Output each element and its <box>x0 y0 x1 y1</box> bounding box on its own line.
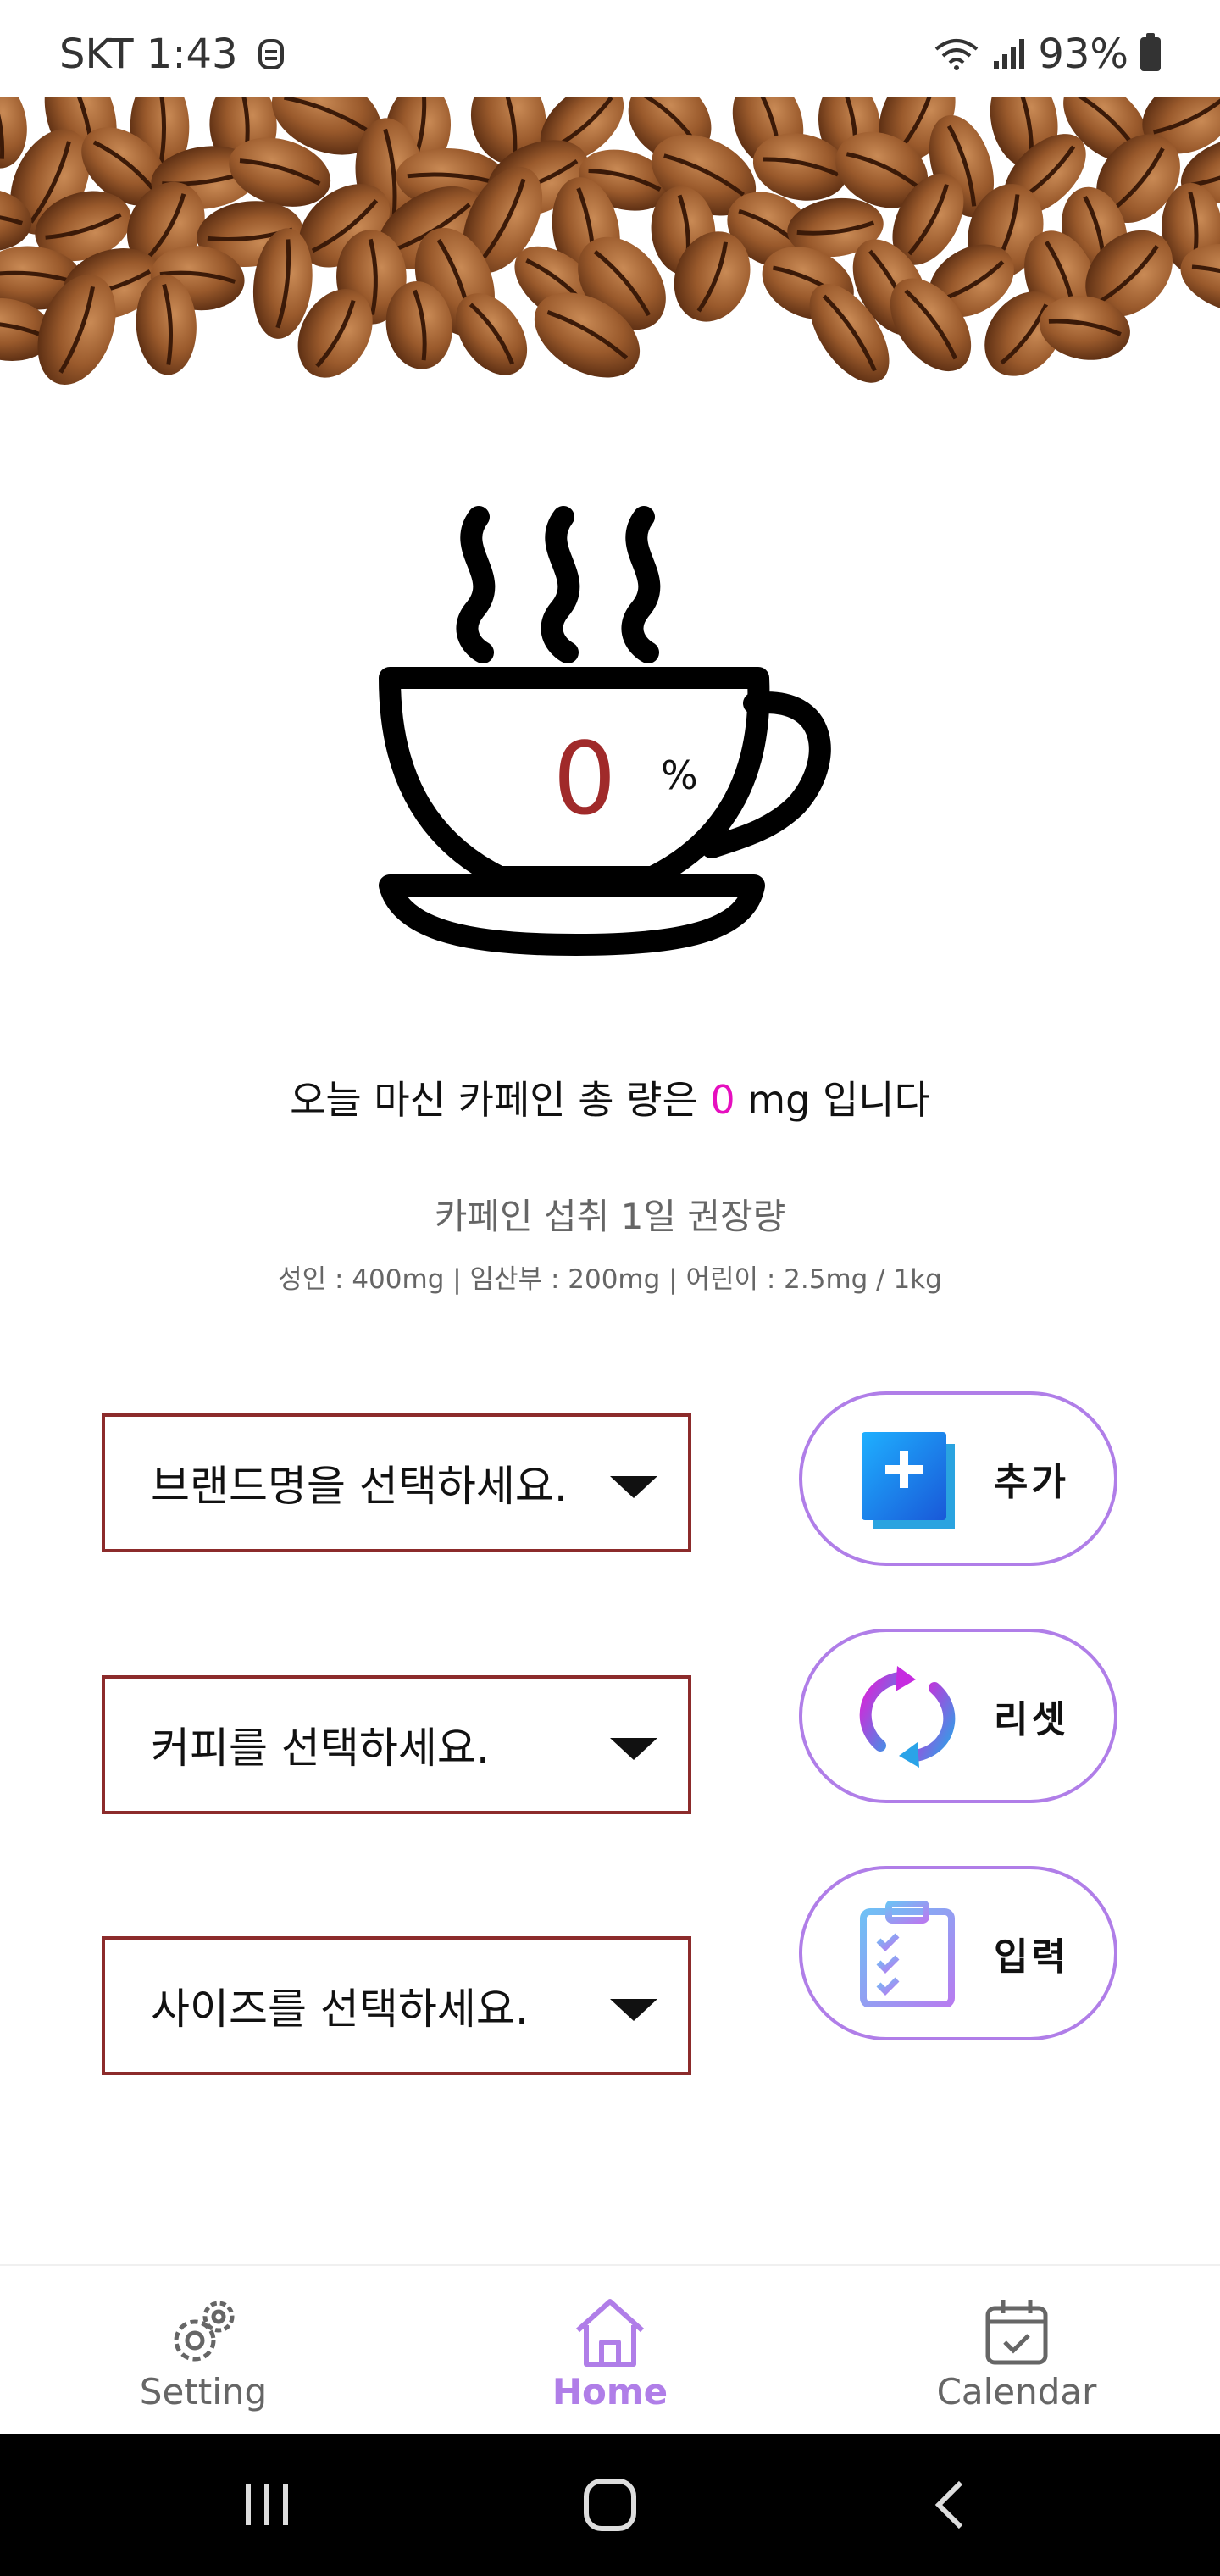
coffee-select[interactable]: 커피를 선택하세요. <box>102 1675 691 1814</box>
brand-select[interactable]: 브랜드명을 선택하세요. <box>102 1413 691 1552</box>
summary-suffix: mg 입니다 <box>735 1077 930 1123</box>
gear-icon <box>174 2301 235 2362</box>
home-system-icon[interactable] <box>583 2478 637 2532</box>
calendar-icon <box>985 2300 1048 2365</box>
status-bar: SKT 1:43 93% <box>0 0 1220 97</box>
dropdown-arrow-icon <box>610 1476 657 1498</box>
summary-prefix: 오늘 마신 카페인 총 량은 <box>290 1077 711 1123</box>
caffeine-percent-unit: % <box>661 752 698 798</box>
add-icon <box>862 1432 955 1529</box>
add-button-label: 추가 <box>994 1461 1069 1504</box>
coffee-beans-image <box>0 97 1220 385</box>
input-button-label: 입력 <box>994 1935 1069 1979</box>
size-select-label: 사이즈를 선택하세요. <box>151 1985 529 2034</box>
size-select[interactable]: 사이즈를 선택하세요. <box>102 1936 691 2075</box>
nav-calendar-label: Calendar <box>936 2371 1097 2412</box>
notification-icon <box>258 39 284 69</box>
status-left: SKT 1:43 <box>59 31 286 78</box>
checklist-icon <box>860 1901 955 2007</box>
brand-select-label: 브랜드명을 선택하세요. <box>151 1462 568 1511</box>
dropdown-arrow-icon <box>610 1999 657 2021</box>
battery-percent: 93% <box>1038 31 1128 78</box>
nav-setting[interactable]: Setting <box>76 2266 330 2435</box>
reset-button-label: 리셋 <box>994 1698 1069 1741</box>
signal-icon <box>994 39 1025 69</box>
coffee-select-label: 커피를 선택하세요. <box>151 1724 490 1773</box>
home-icon <box>575 2299 645 2367</box>
battery-icon <box>1140 33 1161 71</box>
input-button[interactable]: 입력 <box>799 1866 1117 2040</box>
refresh-icon <box>859 1666 956 1768</box>
caffeine-percent-value: 0 <box>552 720 617 837</box>
nav-home[interactable]: Home <box>483 2266 737 2435</box>
add-button[interactable]: 추가 <box>799 1391 1117 1566</box>
recommendation-detail: 성인 : 400mg | 임산부 : 200mg | 어린이 : 2.5mg /… <box>278 1264 942 1295</box>
coffee-beans-banner <box>0 97 1220 444</box>
dropdown-arrow-icon <box>610 1738 657 1760</box>
system-navigation-bar <box>0 2434 1220 2576</box>
recent-apps-icon[interactable] <box>241 2481 292 2529</box>
back-icon[interactable] <box>932 2479 966 2530</box>
status-right: 93% <box>933 31 1161 78</box>
wifi-icon <box>935 39 979 70</box>
summary-value: 0 <box>710 1077 735 1123</box>
reset-button[interactable]: 리셋 <box>799 1629 1117 1803</box>
nav-home-label: Home <box>552 2371 668 2412</box>
recommendation-title: 카페인 섭취 1일 권장량 <box>434 1196 786 1237</box>
carrier-time: SKT 1:43 <box>59 31 238 78</box>
caffeine-summary: 오늘 마신 카페인 총 량은 0 mg 입니다 <box>0 1069 1220 1125</box>
nav-calendar[interactable]: Calendar <box>890 2266 1144 2435</box>
bottom-navigation: Setting Home Calendar <box>0 2264 1220 2435</box>
nav-setting-label: Setting <box>139 2371 268 2412</box>
